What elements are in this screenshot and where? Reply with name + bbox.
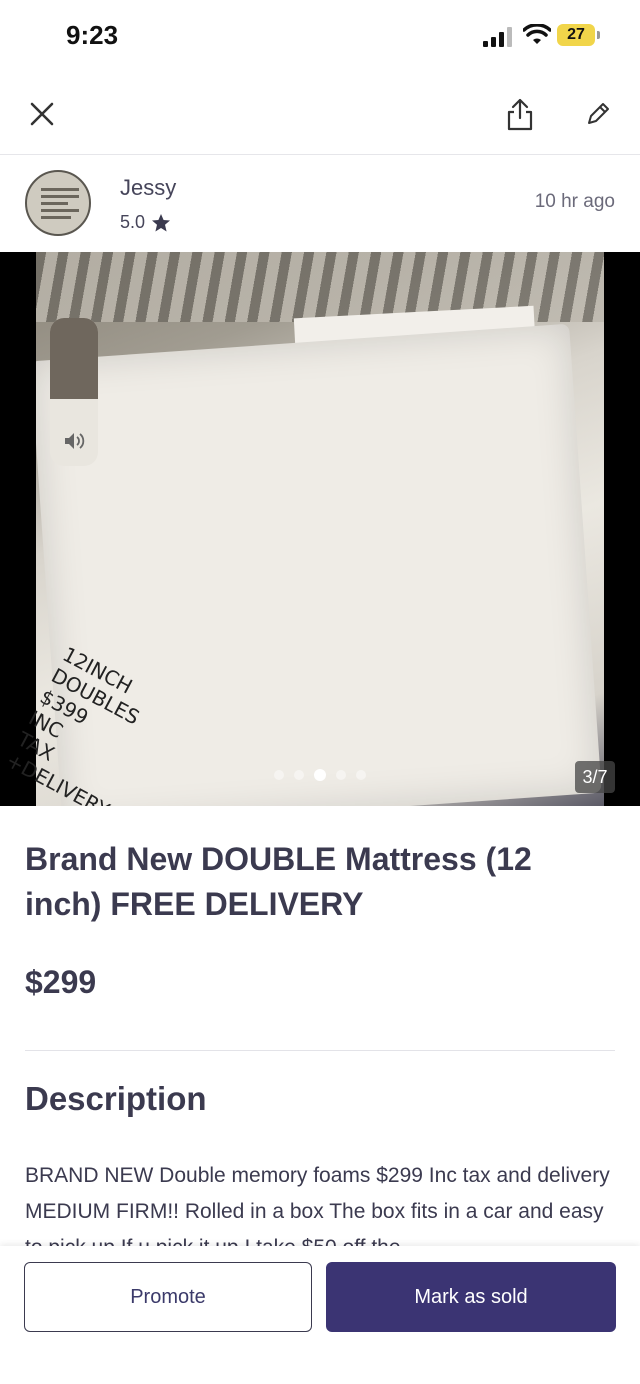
wifi-icon: [523, 24, 551, 44]
mark-as-sold-button[interactable]: Mark as sold: [326, 1262, 616, 1332]
carousel-dot[interactable]: [356, 770, 366, 780]
close-icon[interactable]: [22, 94, 62, 134]
battery-tip: [597, 31, 600, 39]
carousel-dots: [0, 769, 640, 781]
description-text: BRAND NEW Double memory foams $299 Inc t…: [25, 1164, 610, 1246]
seller-avatar[interactable]: [25, 170, 91, 236]
promote-button[interactable]: Promote: [24, 1262, 312, 1332]
carousel-dot[interactable]: [294, 770, 304, 780]
divider: [25, 1050, 615, 1051]
seller-rating: 5.0: [120, 212, 171, 233]
share-icon[interactable]: [500, 94, 540, 134]
post-time: 10 hr ago: [534, 191, 615, 212]
cellular-signal-icon: [483, 27, 515, 47]
photo-carousel[interactable]: 12INCH DOUBLES $399 INC TAX +DELIVERY! 3…: [0, 252, 640, 806]
carousel-dot[interactable]: [336, 770, 346, 780]
speaker-icon: [65, 433, 85, 449]
bottom-action-bar: Promote Mark as sold: [0, 1246, 640, 1384]
battery-icon: 27: [557, 24, 595, 46]
rating-value: 5.0: [120, 212, 146, 232]
status-time: 9:23: [66, 20, 119, 50]
volume-slider[interactable]: [50, 318, 98, 466]
description-heading: Description: [25, 1080, 207, 1117]
edit-pencil-icon[interactable]: [578, 94, 618, 134]
listing-title: Brand New DOUBLE Mattress (12 inch) FREE…: [25, 841, 532, 922]
top-nav: [0, 72, 640, 155]
volume-fill: [50, 318, 98, 400]
seller-name[interactable]: Jessy: [120, 175, 176, 201]
photo-counter: 3/7: [575, 761, 615, 793]
carousel-dot[interactable]: [274, 770, 284, 780]
seller-row[interactable]: Jessy 5.0 10 hr ago: [0, 155, 640, 252]
listing-price: $299: [25, 964, 97, 1000]
status-bar: 9:23 27: [0, 0, 640, 72]
battery-level: 27: [567, 26, 585, 43]
carousel-dot[interactable]: [314, 769, 326, 781]
star-icon: [152, 213, 171, 231]
